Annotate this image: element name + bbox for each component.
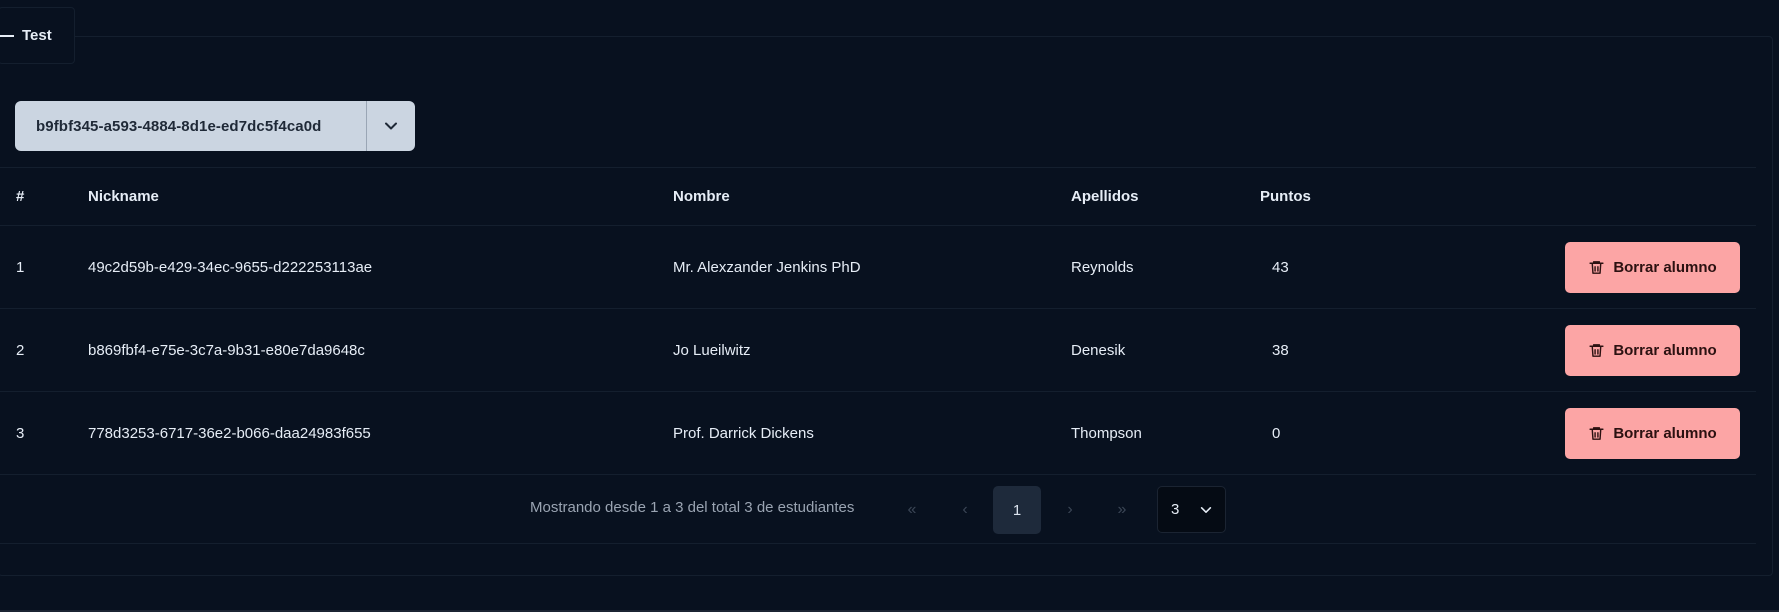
- delete-student-label: Borrar alumno: [1613, 258, 1717, 276]
- delete-student-label: Borrar alumno: [1613, 341, 1717, 359]
- row-apellidos: Thompson: [1071, 424, 1142, 442]
- row-index: 1: [16, 258, 25, 276]
- delete-student-button[interactable]: Borrar alumno: [1565, 324, 1740, 376]
- trash-icon: [1589, 260, 1604, 274]
- per-page-value: 3: [1171, 501, 1180, 518]
- students-table: # Nickname Nombre Apellidos Puntos 1 49c…: [0, 167, 1756, 544]
- row-puntos: 38: [1272, 341, 1289, 359]
- trash-icon: [1589, 343, 1604, 357]
- dash-icon: [0, 34, 14, 37]
- last-page-button[interactable]: »: [1098, 486, 1146, 534]
- prev-page-button[interactable]: ‹: [941, 486, 989, 534]
- group-selector[interactable]: b9fbf345-a593-4884-8d1e-ed7dc5f4ca0d: [15, 101, 415, 151]
- current-page-label: 1: [1012, 501, 1022, 519]
- per-page-select[interactable]: 3: [1157, 486, 1226, 533]
- table-row: 2 b869fbf4-e75e-3c7a-9b31-e80e7da9648c J…: [0, 308, 1756, 391]
- delete-student-label: Borrar alumno: [1613, 424, 1717, 442]
- chevron-right-icon: ›: [1067, 501, 1073, 518]
- row-apellidos: Reynolds: [1071, 258, 1134, 276]
- row-nombre: Jo Lueilwitz: [673, 341, 751, 359]
- row-nickname: b869fbf4-e75e-3c7a-9b31-e80e7da9648c: [88, 341, 365, 359]
- chevron-down-icon: [1200, 506, 1212, 513]
- row-nombre: Prof. Darrick Dickens: [673, 424, 814, 442]
- column-header-nombre: Nombre: [673, 188, 730, 205]
- delete-student-button[interactable]: Borrar alumno: [1565, 407, 1740, 459]
- delete-student-button[interactable]: Borrar alumno: [1565, 241, 1740, 293]
- double-chevron-left-icon: «: [907, 501, 917, 518]
- pagination-bar: Mostrando desde 1 a 3 del total 3 de est…: [0, 474, 1756, 544]
- next-page-button[interactable]: ›: [1046, 486, 1094, 534]
- row-nickname: 778d3253-6717-36e2-b066-daa24983f655: [88, 424, 371, 442]
- double-chevron-right-icon: »: [1117, 501, 1127, 518]
- group-selector-toggle[interactable]: [366, 101, 415, 151]
- row-apellidos: Denesik: [1071, 341, 1126, 359]
- column-header-puntos: Puntos: [1260, 188, 1311, 205]
- table-row: 3 778d3253-6717-36e2-b066-daa24983f655 P…: [0, 391, 1756, 474]
- row-index: 3: [16, 424, 25, 442]
- row-nombre: Mr. Alexzander Jenkins PhD: [673, 258, 861, 276]
- column-header-apellidos: Apellidos: [1071, 188, 1139, 205]
- trash-icon: [1589, 426, 1604, 440]
- table-row: 1 49c2d59b-e429-34ec-9655-d222253113ae M…: [0, 225, 1756, 308]
- column-header-nickname: Nickname: [88, 188, 159, 205]
- group-selector-value: b9fbf345-a593-4884-8d1e-ed7dc5f4ca0d: [36, 117, 322, 135]
- row-nickname: 49c2d59b-e429-34ec-9655-d222253113ae: [88, 258, 373, 276]
- row-puntos: 0: [1272, 424, 1281, 442]
- row-puntos: 43: [1272, 258, 1289, 276]
- page-button-current[interactable]: 1: [993, 486, 1041, 534]
- column-header-index: #: [16, 188, 25, 205]
- panel-legend-label: Test: [22, 27, 52, 44]
- row-index: 2: [16, 341, 25, 359]
- first-page-button[interactable]: «: [888, 486, 936, 534]
- chevron-down-icon: [385, 122, 397, 130]
- chevron-left-icon: ‹: [962, 501, 968, 518]
- pagination-info: Mostrando desde 1 a 3 del total 3 de est…: [530, 499, 855, 516]
- table-header: # Nickname Nombre Apellidos Puntos: [0, 167, 1756, 225]
- panel-legend[interactable]: Test: [0, 7, 75, 64]
